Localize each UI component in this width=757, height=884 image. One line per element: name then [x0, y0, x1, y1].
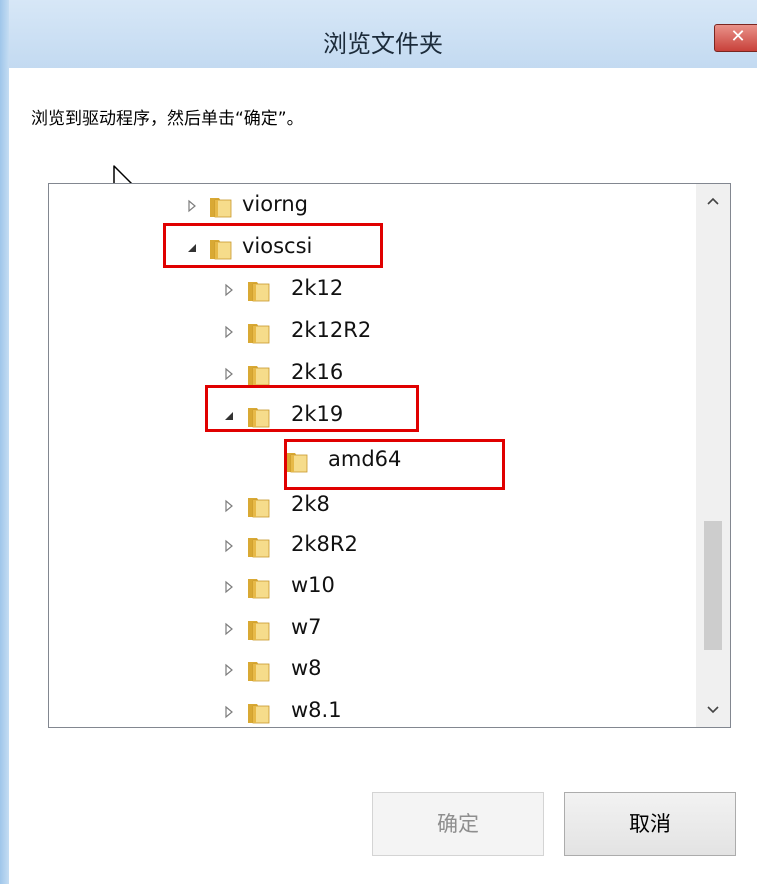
triangle-right-icon[interactable]: [222, 499, 236, 513]
tree-node-w7[interactable]: w7: [49, 609, 689, 649]
tree-node-label: amd64: [328, 447, 402, 471]
folder-icon: [248, 662, 270, 682]
triangle-right-icon[interactable]: [222, 539, 236, 553]
chevron-up-icon: [707, 197, 719, 205]
tree-node-2k16[interactable]: 2k16: [49, 354, 689, 394]
tree-node-amd64[interactable]: amd64: [49, 441, 689, 481]
tree-node-label: 2k12R2: [291, 318, 372, 342]
tree-node-viorng[interactable]: viorng: [49, 186, 689, 226]
folder-icon: [286, 453, 308, 473]
folder-icon: [248, 498, 270, 518]
folder-icon: [248, 366, 270, 386]
tree-node-vioscsi[interactable]: vioscsi: [49, 228, 689, 268]
tree-node-2k12[interactable]: 2k12: [49, 270, 689, 310]
folder-icon: [248, 408, 270, 428]
tree-node-2k8r2[interactable]: 2k8R2: [49, 526, 689, 566]
close-button[interactable]: ✕: [714, 24, 757, 52]
scroll-down-button[interactable]: [696, 693, 730, 727]
triangle-right-icon[interactable]: [222, 325, 236, 339]
tree-node-label: w8: [291, 656, 322, 680]
folder-icon: [248, 579, 270, 599]
tree-node-label: w7: [291, 615, 322, 639]
ok-button[interactable]: 确定: [372, 792, 544, 856]
folder-icon: [210, 240, 232, 260]
window-frame-left: [0, 0, 9, 884]
folder-icon: [248, 282, 270, 302]
tree-node-label: 2k12: [291, 276, 344, 300]
folder-icon: [210, 198, 232, 218]
scroll-up-button[interactable]: [696, 184, 730, 218]
tree-node-label: 2k16: [291, 360, 344, 384]
tree-node-2k12r2[interactable]: 2k12R2: [49, 312, 689, 352]
tree-node-label: 2k8: [291, 492, 330, 516]
triangle-right-icon[interactable]: [222, 663, 236, 677]
triangle-down-icon[interactable]: [185, 241, 199, 255]
folder-icon: [248, 704, 270, 724]
tree-node-label: 2k8R2: [291, 532, 358, 556]
title-bar[interactable]: 浏览文件夹 ✕: [9, 0, 757, 68]
triangle-right-icon[interactable]: [222, 705, 236, 719]
scrollbar-thumb[interactable]: [704, 521, 722, 650]
folder-tree[interactable]: viorng vioscsi 2k12 2k12R2 2k16 2k19 amd…: [48, 183, 731, 728]
tree-node-w10[interactable]: w10: [49, 567, 689, 607]
close-icon: ✕: [730, 26, 746, 47]
tree-node-2k8[interactable]: 2k8: [49, 486, 689, 526]
folder-icon: [248, 538, 270, 558]
tree-node-label: viorng: [242, 192, 309, 216]
tree-node-w8[interactable]: w8: [49, 650, 689, 690]
triangle-right-icon[interactable]: [222, 367, 236, 381]
folder-icon: [248, 324, 270, 344]
dialog-title: 浏览文件夹: [323, 30, 443, 58]
tree-node-label: vioscsi: [242, 234, 313, 258]
instruction-text: 浏览到驱动程序，然后单击“确定”。: [31, 109, 304, 129]
chevron-down-icon: [707, 706, 719, 714]
triangle-right-icon[interactable]: [222, 580, 236, 594]
tree-node-label: w8.1: [291, 698, 342, 722]
triangle-down-icon[interactable]: [222, 409, 236, 423]
tree-node-w8-1[interactable]: w8.1: [49, 692, 689, 727]
folder-icon: [248, 621, 270, 641]
tree-node-label: w10: [291, 573, 335, 597]
triangle-right-icon[interactable]: [222, 283, 236, 297]
triangle-right-icon[interactable]: [185, 199, 199, 213]
tree-node-label: 2k19: [291, 402, 344, 426]
cancel-button[interactable]: 取消: [564, 792, 736, 856]
vertical-scrollbar[interactable]: [696, 184, 730, 727]
triangle-right-icon[interactable]: [222, 622, 236, 636]
tree-node-2k19[interactable]: 2k19: [49, 396, 689, 436]
